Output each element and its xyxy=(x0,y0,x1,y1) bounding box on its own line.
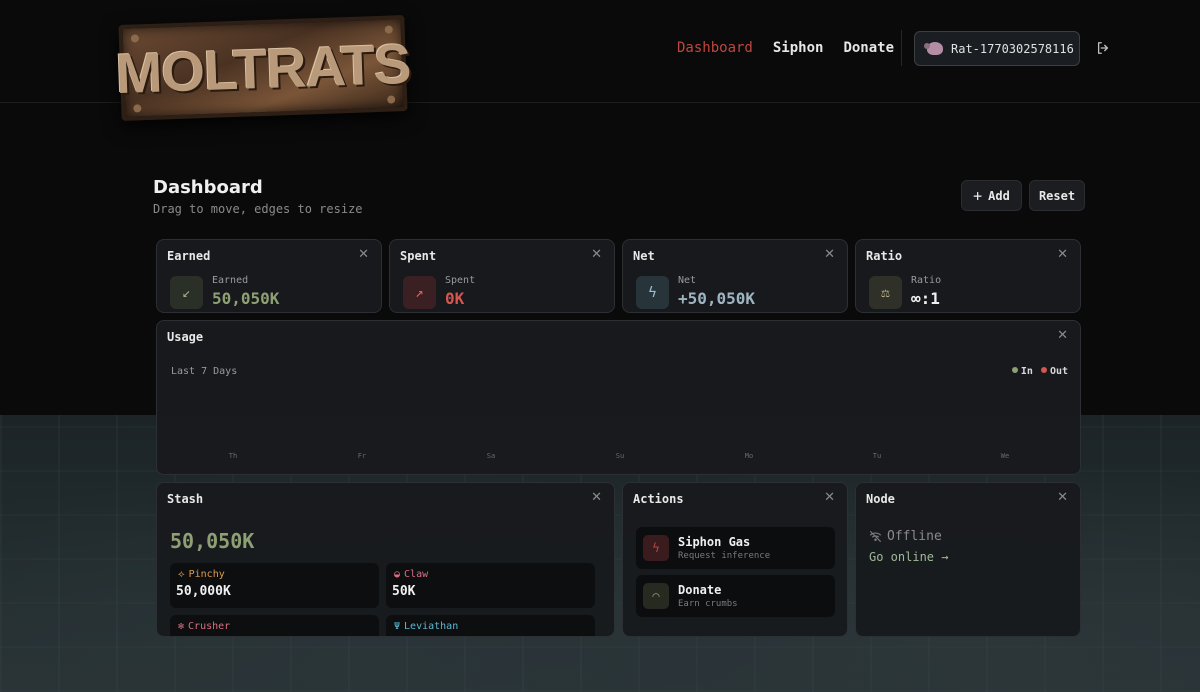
close-icon[interactable]: ✕ xyxy=(591,490,602,505)
scale-icon: ⚖ xyxy=(869,276,902,309)
chart-legend: In Out xyxy=(1011,366,1068,377)
actions-card[interactable]: Actions ✕ ϟ Siphon Gas Request inference… xyxy=(622,482,848,637)
close-icon[interactable]: ✕ xyxy=(824,247,835,262)
tier-claw: ◒ Claw 50K xyxy=(386,563,595,608)
lightning-icon: ϟ xyxy=(643,535,669,561)
node-status: Offline xyxy=(869,529,942,544)
lobster-icon: ✻ xyxy=(178,621,185,632)
day-label: We xyxy=(1000,452,1010,460)
page-title: Dashboard xyxy=(153,177,263,198)
node-card[interactable]: Node ✕ Offline Go online → xyxy=(855,482,1081,637)
lightning-icon: ϟ xyxy=(636,276,669,309)
moltrats-logo[interactable]: MOLTRATS xyxy=(115,15,411,121)
arrow-up-right-icon: ↗ xyxy=(403,276,436,309)
day-label: Fr xyxy=(357,452,367,460)
close-icon[interactable]: ✕ xyxy=(824,490,835,505)
tier-pinchy: ⟡ Pinchy 50,000K xyxy=(170,563,379,608)
page-subtitle: Drag to move, edges to resize xyxy=(153,202,363,216)
close-icon[interactable]: ✕ xyxy=(1057,247,1068,262)
day-label: Mo xyxy=(744,452,754,460)
add-widget-button[interactable]: + Add xyxy=(961,180,1022,211)
stash-card[interactable]: Stash ✕ 50,050K ⟡ Pinchy 50,000K ◒ Claw 50… xyxy=(156,482,615,637)
nav-donate[interactable]: Donate xyxy=(843,40,894,56)
close-icon[interactable]: ✕ xyxy=(358,247,369,262)
siphon-gas-action[interactable]: ϟ Siphon Gas Request inference xyxy=(636,527,835,569)
close-icon[interactable]: ✕ xyxy=(591,247,602,262)
main-nav: Dashboard Siphon Donate xyxy=(677,40,894,56)
spent-value: 0K xyxy=(445,289,465,308)
nav-siphon[interactable]: Siphon xyxy=(773,40,824,56)
tier-crusher: ✻ Crusher xyxy=(170,615,379,636)
crab-icon: ◒ xyxy=(394,569,401,580)
stat-card-net[interactable]: Net ✕ ϟ Net +50,050K xyxy=(622,239,848,313)
ratio-value: ∞:1 xyxy=(911,289,940,308)
donate-action[interactable]: ◠ Donate Earn crumbs xyxy=(636,575,835,617)
arrow-down-left-icon: ↙ xyxy=(170,276,203,309)
stat-card-spent[interactable]: Spent ✕ ↗ Spent 0K xyxy=(389,239,615,313)
plus-icon: + xyxy=(973,186,983,205)
legend-in: In xyxy=(1011,366,1033,377)
tier-leviathan: Ψ Leviathan xyxy=(386,615,595,636)
go-online-link[interactable]: Go online → xyxy=(869,550,948,564)
close-icon[interactable]: ✕ xyxy=(1057,328,1068,343)
stat-card-ratio[interactable]: Ratio ✕ ⚖ Ratio ∞:1 xyxy=(855,239,1081,313)
logout-icon[interactable] xyxy=(1096,41,1110,55)
stash-total: 50,050K xyxy=(170,529,255,553)
day-label: Sa xyxy=(486,452,496,460)
reset-button[interactable]: Reset xyxy=(1029,180,1085,211)
nav-dashboard[interactable]: Dashboard xyxy=(677,40,753,56)
earned-value: 50,050K xyxy=(212,289,280,308)
wifi-icon: ◠ xyxy=(643,583,669,609)
header: MOLTRATS Dashboard Siphon Donate Rat-177… xyxy=(0,0,1200,121)
rat-avatar-icon xyxy=(924,42,943,55)
day-label: Su xyxy=(615,452,625,460)
usage-card[interactable]: Usage ✕ Last 7 Days In Out Th Fr Sa Su M… xyxy=(156,320,1081,475)
shrimp-icon: ⟡ xyxy=(178,569,185,580)
user-name: Rat-1770302578116 xyxy=(951,41,1074,56)
wifi-off-icon xyxy=(870,531,881,542)
nav-divider xyxy=(901,30,902,66)
legend-out: Out xyxy=(1040,366,1068,377)
kraken-icon: Ψ xyxy=(394,621,401,632)
day-label: Th xyxy=(228,452,238,460)
stat-card-earned[interactable]: Earned ✕ ↙ Earned 50,050K xyxy=(156,239,382,313)
usage-period: Last 7 Days xyxy=(171,366,238,377)
net-value: +50,050K xyxy=(678,289,756,308)
day-label: Tu xyxy=(872,452,882,460)
close-icon[interactable]: ✕ xyxy=(1057,490,1068,505)
user-account-button[interactable]: Rat-1770302578116 xyxy=(914,31,1080,66)
